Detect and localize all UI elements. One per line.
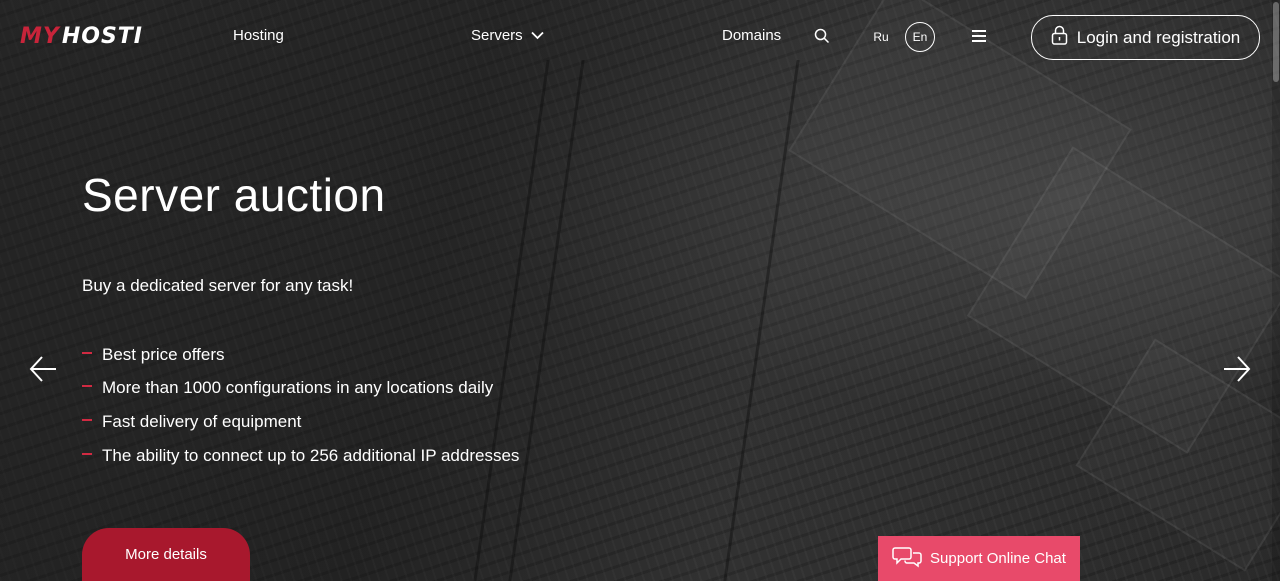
feature-item: The ability to connect up to 256 additio… <box>82 439 519 473</box>
lang-ru[interactable]: Ru <box>866 22 896 52</box>
feature-item: Best price offers <box>82 338 519 372</box>
login-label: Login and registration <box>1076 27 1241 47</box>
dash-bullet <box>82 452 92 455</box>
site-header: MY HOSTI Hosting Servers Domains Ru En L… <box>0 0 1280 74</box>
feature-item: Fast delivery of equipment <box>82 405 519 439</box>
chevron-down-icon <box>531 27 544 44</box>
hamburger-icon[interactable] <box>972 30 986 42</box>
login-button[interactable]: Login and registration <box>1031 15 1260 60</box>
arrow-right-icon[interactable] <box>1222 354 1252 384</box>
hero-subtitle: Buy a dedicated server for any task! <box>82 276 354 295</box>
feature-text: The ability to connect up to 256 additio… <box>102 445 520 465</box>
nav-domains[interactable]: Domains <box>722 27 781 44</box>
dash-bullet <box>82 351 92 354</box>
nav-hosting[interactable]: Hosting <box>233 27 284 44</box>
feature-text: More than 1000 configurations in any loc… <box>102 378 494 398</box>
site-logo[interactable]: MY HOSTI <box>20 23 143 49</box>
lang-en[interactable]: En <box>905 22 935 52</box>
nav-servers-label: Servers <box>471 27 523 44</box>
lock-icon <box>1051 25 1068 50</box>
dash-bullet <box>82 385 92 388</box>
logo-hosti: HOSTI <box>61 23 143 49</box>
chat-bubbles-icon <box>892 545 922 573</box>
feature-text: Best price offers <box>102 344 225 364</box>
search-icon[interactable] <box>814 28 830 44</box>
chat-label: Support Online Chat <box>930 550 1066 567</box>
scrollbar-thumb[interactable] <box>1273 2 1279 82</box>
nav-domains-label: Domains <box>722 27 782 44</box>
feature-item: More than 1000 configurations in any loc… <box>82 372 519 406</box>
feature-list: Best price offers More than 1000 configu… <box>82 338 519 472</box>
logo-my: MY <box>20 23 60 49</box>
support-chat-button[interactable]: Support Online Chat <box>878 536 1080 581</box>
dash-bullet <box>82 418 92 421</box>
more-details-button[interactable]: More details <box>82 528 250 581</box>
nav-hosting-label: Hosting <box>233 27 284 44</box>
arrow-left-icon[interactable] <box>28 354 58 384</box>
feature-text: Fast delivery of equipment <box>102 411 302 431</box>
nav-servers[interactable]: Servers <box>471 27 544 44</box>
hero-title: Server auction <box>82 169 386 221</box>
page-scrollbar[interactable] <box>1272 0 1280 581</box>
